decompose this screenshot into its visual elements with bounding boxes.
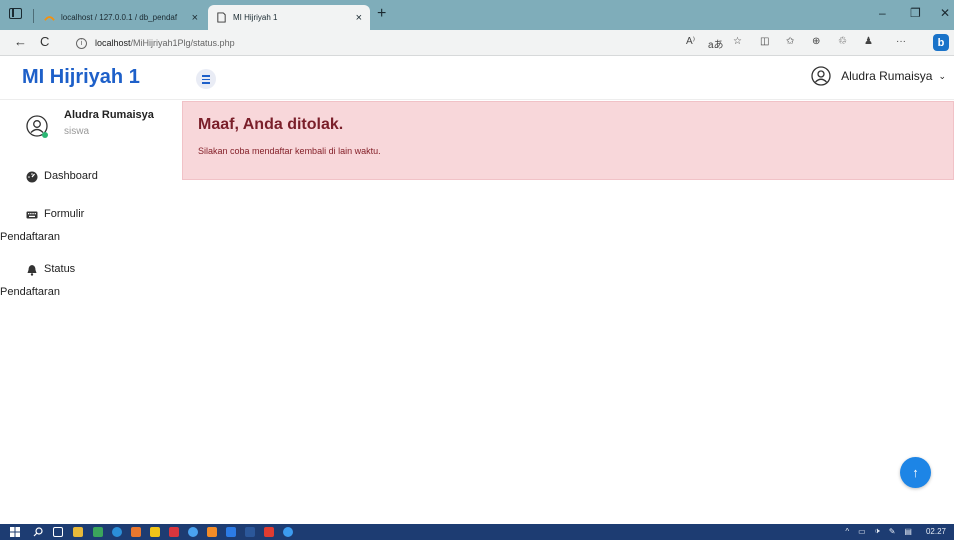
brand-logo[interactable]: MI Hijriyah 1	[22, 66, 140, 89]
pen-icon[interactable]: ✎	[889, 527, 896, 536]
translate-icon[interactable]: aあ	[708, 36, 724, 51]
rejection-alert: Maaf, Anda ditolak. Silakan coba mendaft…	[182, 101, 954, 180]
sidebar-item-label-continued: Pendaftaran	[0, 231, 60, 243]
alert-title: Maaf, Anda ditolak.	[198, 116, 344, 133]
tab-close-icon[interactable]: ×	[356, 12, 362, 24]
tab-separator	[33, 9, 34, 23]
address-bar: ← C i localhost /MiHijriyah1Plg/status.p…	[0, 30, 954, 56]
reload-button[interactable]: C	[40, 34, 49, 49]
windows-start-icon[interactable]	[10, 527, 20, 537]
word-icon[interactable]	[245, 527, 255, 537]
app-header: MI Hijriyah 1 Aludra Rumaisya ⌄	[0, 56, 954, 100]
system-tray: ^ ▭ 🕩 ✎ ▤ 02.27	[836, 526, 946, 536]
browser-tab-strip: localhost / 127.0.0.1 / db_pendaf × MI H…	[0, 0, 954, 30]
taskbar-app-icon[interactable]	[93, 527, 103, 537]
chrome-icon[interactable]	[188, 527, 198, 537]
split-screen-icon[interactable]: ◫	[760, 36, 769, 47]
profile-name: Aludra Rumaisya	[64, 109, 154, 121]
collections-icon[interactable]: ⊕	[812, 36, 820, 47]
url-field[interactable]: i localhost /MiHijriyah1Plg/status.php	[76, 33, 714, 53]
sidebar-item-label-continued: Pendaftaran	[0, 286, 60, 298]
favorite-star-icon[interactable]: ☆	[733, 36, 742, 47]
task-view-icon[interactable]	[53, 527, 63, 537]
volume-icon[interactable]: 🕩	[875, 526, 880, 536]
windows-taskbar: ^ ▭ 🕩 ✎ ▤ 02.27	[0, 524, 954, 540]
tray-overflow-icon[interactable]: ^	[845, 527, 849, 536]
user-menu[interactable]: Aludra Rumaisya ⌄	[811, 66, 946, 86]
clock[interactable]: 02.27	[926, 527, 946, 536]
file-explorer-icon[interactable]	[73, 527, 83, 537]
taskbar-app-icon[interactable]	[169, 527, 179, 537]
sidebar: Aludra Rumaisya siswa Dashboard Formulir…	[0, 100, 182, 524]
url-host: localhost	[95, 38, 131, 48]
dashboard-icon	[26, 171, 38, 183]
tab-close-icon[interactable]: ×	[192, 12, 198, 24]
minimize-button[interactable]: –	[879, 6, 886, 20]
page-favicon-icon	[217, 12, 226, 23]
more-options-icon[interactable]: ···	[896, 36, 906, 47]
taskbar-app-icon[interactable]	[150, 527, 160, 537]
search-icon[interactable]	[33, 527, 43, 537]
back-button[interactable]: ←	[14, 34, 27, 49]
favorites-icon[interactable]: ✩	[786, 36, 794, 47]
back-to-top-button[interactable]: ↑	[900, 457, 931, 488]
tab-actions-icon[interactable]	[9, 8, 22, 19]
acrobat-icon[interactable]	[264, 527, 274, 537]
alert-message: Silakan coba mendaftar kembali di lain w…	[198, 146, 381, 156]
keyboard-icon	[26, 211, 38, 219]
new-tab-button[interactable]: +	[377, 5, 386, 23]
taskbar-app-icon[interactable]	[131, 527, 141, 537]
notification-icon[interactable]: ▤	[904, 527, 912, 536]
tab-mi-hijriyah[interactable]: MI Hijriyah 1 ×	[208, 5, 370, 30]
extensions-icon[interactable]: ♲	[838, 36, 847, 47]
battery-icon[interactable]: ▭	[858, 527, 866, 536]
taskbar-app-icon[interactable]	[207, 527, 217, 537]
sidebar-item-label: Dashboard	[44, 170, 98, 182]
close-window-button[interactable]: ✕	[940, 6, 950, 20]
taskbar-app-icon[interactable]	[283, 527, 293, 537]
restore-button[interactable]: ❐	[910, 6, 921, 20]
profile-icon[interactable]: ♟	[864, 36, 873, 47]
edge-browser-icon[interactable]	[112, 527, 122, 537]
sidebar-item-label: Status	[44, 263, 76, 275]
profile-role: siswa	[64, 126, 90, 137]
user-name: Aludra Rumaisya	[841, 69, 933, 83]
online-status-dot	[42, 132, 48, 138]
tab-title: localhost / 127.0.0.1 / db_pendaf	[61, 13, 178, 22]
phpmyadmin-favicon-icon	[44, 16, 55, 21]
url-path: /MiHijriyah1Plg/status.php	[130, 38, 235, 48]
tab-title: MI Hijriyah 1	[233, 13, 278, 22]
site-info-icon[interactable]: i	[76, 37, 87, 49]
sidebar-toggle-button[interactable]	[196, 69, 216, 89]
chevron-down-icon: ⌄	[938, 70, 946, 81]
bell-icon	[27, 265, 37, 276]
main-content: Maaf, Anda ditolak. Silakan coba mendaft…	[182, 100, 954, 524]
user-avatar-icon	[811, 66, 831, 86]
bing-chat-icon[interactable]: b	[933, 34, 949, 51]
tab-phpmyadmin[interactable]: localhost / 127.0.0.1 / db_pendaf ×	[36, 5, 206, 30]
vscode-icon[interactable]	[226, 527, 236, 537]
sidebar-item-label: Formulir	[44, 208, 85, 220]
read-aloud-icon[interactable]: A⁾	[686, 36, 695, 47]
